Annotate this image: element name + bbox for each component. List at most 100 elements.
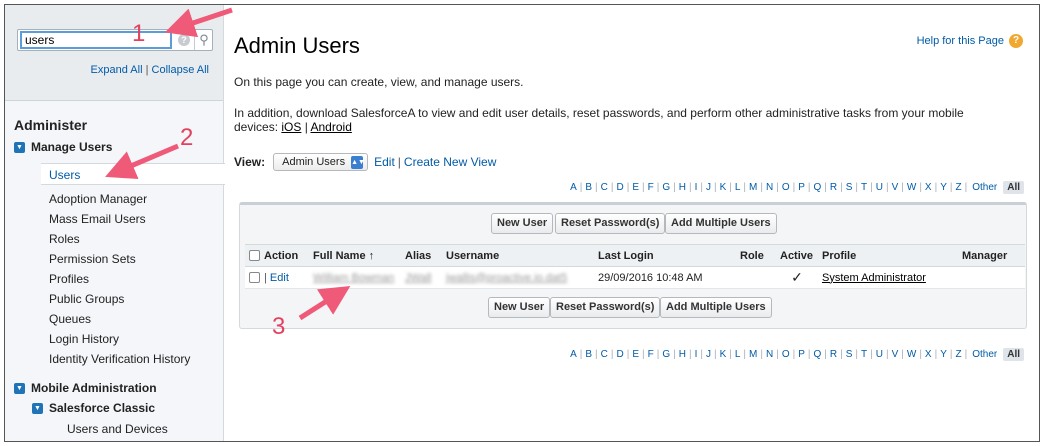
alpha-filter-b[interactable]: B xyxy=(585,182,592,193)
alpha-filter-p[interactable]: P xyxy=(798,349,805,360)
alpha-filter-d[interactable]: D xyxy=(617,349,624,360)
col-profile[interactable]: Profile xyxy=(818,244,958,267)
collapse-all-link[interactable]: Collapse All xyxy=(152,64,209,76)
sidebar-item-users-and-devices[interactable]: Users and Devices xyxy=(67,422,168,436)
alpha-filter-t[interactable]: T xyxy=(861,182,867,193)
alpha-filter-v[interactable]: V xyxy=(892,349,899,360)
expand-all-link[interactable]: Expand All xyxy=(91,64,143,76)
sidebar-item-users[interactable]: Users xyxy=(41,163,225,185)
profile-link[interactable]: System Administrator xyxy=(822,272,926,284)
alpha-filter-k[interactable]: K xyxy=(720,349,727,360)
alpha-filter-k[interactable]: K xyxy=(720,182,727,193)
sidebar-group-salesforce-classic[interactable]: ▼ Salesforce Classic xyxy=(32,401,155,415)
alpha-filter-all[interactable]: All xyxy=(1003,348,1024,361)
add-multiple-users-button[interactable]: Add Multiple Users xyxy=(665,213,777,234)
search-help-icon[interactable]: ? xyxy=(178,34,190,46)
alpha-filter-y[interactable]: Y xyxy=(940,182,947,193)
alpha-filter-y[interactable]: Y xyxy=(940,349,947,360)
alpha-filter-g[interactable]: G xyxy=(662,182,670,193)
alpha-filter-r[interactable]: R xyxy=(830,349,837,360)
alpha-filter-w[interactable]: W xyxy=(907,349,916,360)
alpha-filter-d[interactable]: D xyxy=(617,182,624,193)
alpha-filter-h[interactable]: H xyxy=(679,349,686,360)
collapse-toggle-icon[interactable]: ▼ xyxy=(32,402,43,414)
sidebar-item-mass-email-users[interactable]: Mass Email Users xyxy=(49,212,146,226)
alpha-filter-f[interactable]: F xyxy=(648,349,654,360)
alpha-filter-l[interactable]: L xyxy=(735,182,741,193)
alpha-filter-m[interactable]: M xyxy=(749,182,757,193)
reset-password-button-bottom[interactable]: Reset Password(s) xyxy=(550,297,661,318)
alpha-filter-other[interactable]: Other xyxy=(972,349,997,360)
alpha-filter-e[interactable]: E xyxy=(632,349,639,360)
col-role[interactable]: Role xyxy=(736,244,776,267)
new-user-button-bottom[interactable]: New User xyxy=(488,297,551,318)
search-icon[interactable]: ⚲ xyxy=(194,30,213,50)
create-new-view-link[interactable]: Create New View xyxy=(404,155,496,169)
new-user-button[interactable]: New User xyxy=(491,213,554,234)
sidebar-item-permission-sets[interactable]: Permission Sets xyxy=(49,252,136,266)
col-full-name[interactable]: Full Name ↑ xyxy=(309,244,401,267)
alpha-filter-q[interactable]: Q xyxy=(814,182,822,193)
ios-link[interactable]: iOS xyxy=(281,120,301,134)
sidebar-item-identity-verification-history[interactable]: Identity Verification History xyxy=(49,352,190,366)
alpha-filter-n[interactable]: N xyxy=(766,182,773,193)
alpha-filter-o[interactable]: O xyxy=(782,349,790,360)
alpha-filter-c[interactable]: C xyxy=(601,349,608,360)
alpha-filter-h[interactable]: H xyxy=(679,182,686,193)
reset-password-button[interactable]: Reset Password(s) xyxy=(555,213,666,234)
alpha-filter-j[interactable]: J xyxy=(706,182,711,193)
alpha-filter-o[interactable]: O xyxy=(782,182,790,193)
alpha-filter-i[interactable]: I xyxy=(695,182,698,193)
sidebar-item-queues[interactable]: Queues xyxy=(49,312,91,326)
sidebar-item-public-groups[interactable]: Public Groups xyxy=(49,292,124,306)
alpha-filter-i[interactable]: I xyxy=(695,349,698,360)
alpha-filter-u[interactable]: U xyxy=(876,182,883,193)
alpha-filter-w[interactable]: W xyxy=(907,182,916,193)
row-checkbox[interactable] xyxy=(249,272,260,284)
alpha-filter-g[interactable]: G xyxy=(662,349,670,360)
edit-view-link[interactable]: Edit xyxy=(374,155,395,169)
col-alias[interactable]: Alias xyxy=(401,244,442,267)
help-for-page-link[interactable]: Help for this Page ? xyxy=(917,34,1023,48)
sidebar-group-manage-users[interactable]: ▼ Manage Users xyxy=(14,140,112,154)
quick-find-input[interactable] xyxy=(20,31,172,49)
sidebar-item-profiles[interactable]: Profiles xyxy=(49,272,89,286)
alpha-filter-a[interactable]: A xyxy=(570,182,577,193)
username-link[interactable]: jwallis@proactive.io.dat5 xyxy=(446,272,567,284)
alpha-filter-e[interactable]: E xyxy=(632,182,639,193)
view-select[interactable]: Admin Users ▲▼ xyxy=(273,153,369,171)
alpha-filter-all[interactable]: All xyxy=(1003,181,1024,194)
alpha-filter-x[interactable]: X xyxy=(925,182,932,193)
sidebar-item-login-history[interactable]: Login History xyxy=(49,332,119,346)
edit-user-link[interactable]: Edit xyxy=(270,272,289,284)
add-multiple-users-button-bottom[interactable]: Add Multiple Users xyxy=(660,297,772,318)
alpha-filter-r[interactable]: R xyxy=(830,182,837,193)
alpha-filter-t[interactable]: T xyxy=(861,349,867,360)
android-link[interactable]: Android xyxy=(311,120,352,134)
alpha-filter-f[interactable]: F xyxy=(648,182,654,193)
alpha-filter-q[interactable]: Q xyxy=(814,349,822,360)
alpha-filter-l[interactable]: L xyxy=(735,349,741,360)
select-all-checkbox[interactable] xyxy=(249,250,260,262)
alpha-filter-s[interactable]: S xyxy=(846,182,853,193)
alpha-filter-m[interactable]: M xyxy=(749,349,757,360)
col-username[interactable]: Username xyxy=(442,244,594,267)
alpha-filter-a[interactable]: A xyxy=(570,349,577,360)
alpha-filter-v[interactable]: V xyxy=(892,182,899,193)
alpha-filter-c[interactable]: C xyxy=(601,182,608,193)
full-name-link[interactable]: William Bowman xyxy=(313,272,394,284)
col-manager[interactable]: Manager xyxy=(958,244,1025,267)
alpha-filter-n[interactable]: N xyxy=(766,349,773,360)
alpha-filter-j[interactable]: J xyxy=(706,349,711,360)
alpha-filter-other[interactable]: Other xyxy=(972,182,997,193)
col-active[interactable]: Active xyxy=(776,244,818,267)
sidebar-group-mobile-administration[interactable]: ▼ Mobile Administration xyxy=(14,381,157,395)
collapse-toggle-icon[interactable]: ▼ xyxy=(14,141,25,153)
alpha-filter-x[interactable]: X xyxy=(925,349,932,360)
alpha-filter-b[interactable]: B xyxy=(585,349,592,360)
alpha-filter-z[interactable]: Z xyxy=(955,182,961,193)
alpha-filter-s[interactable]: S xyxy=(846,349,853,360)
sidebar-item-roles[interactable]: Roles xyxy=(49,232,80,246)
alpha-filter-u[interactable]: U xyxy=(876,349,883,360)
alpha-filter-p[interactable]: P xyxy=(798,182,805,193)
